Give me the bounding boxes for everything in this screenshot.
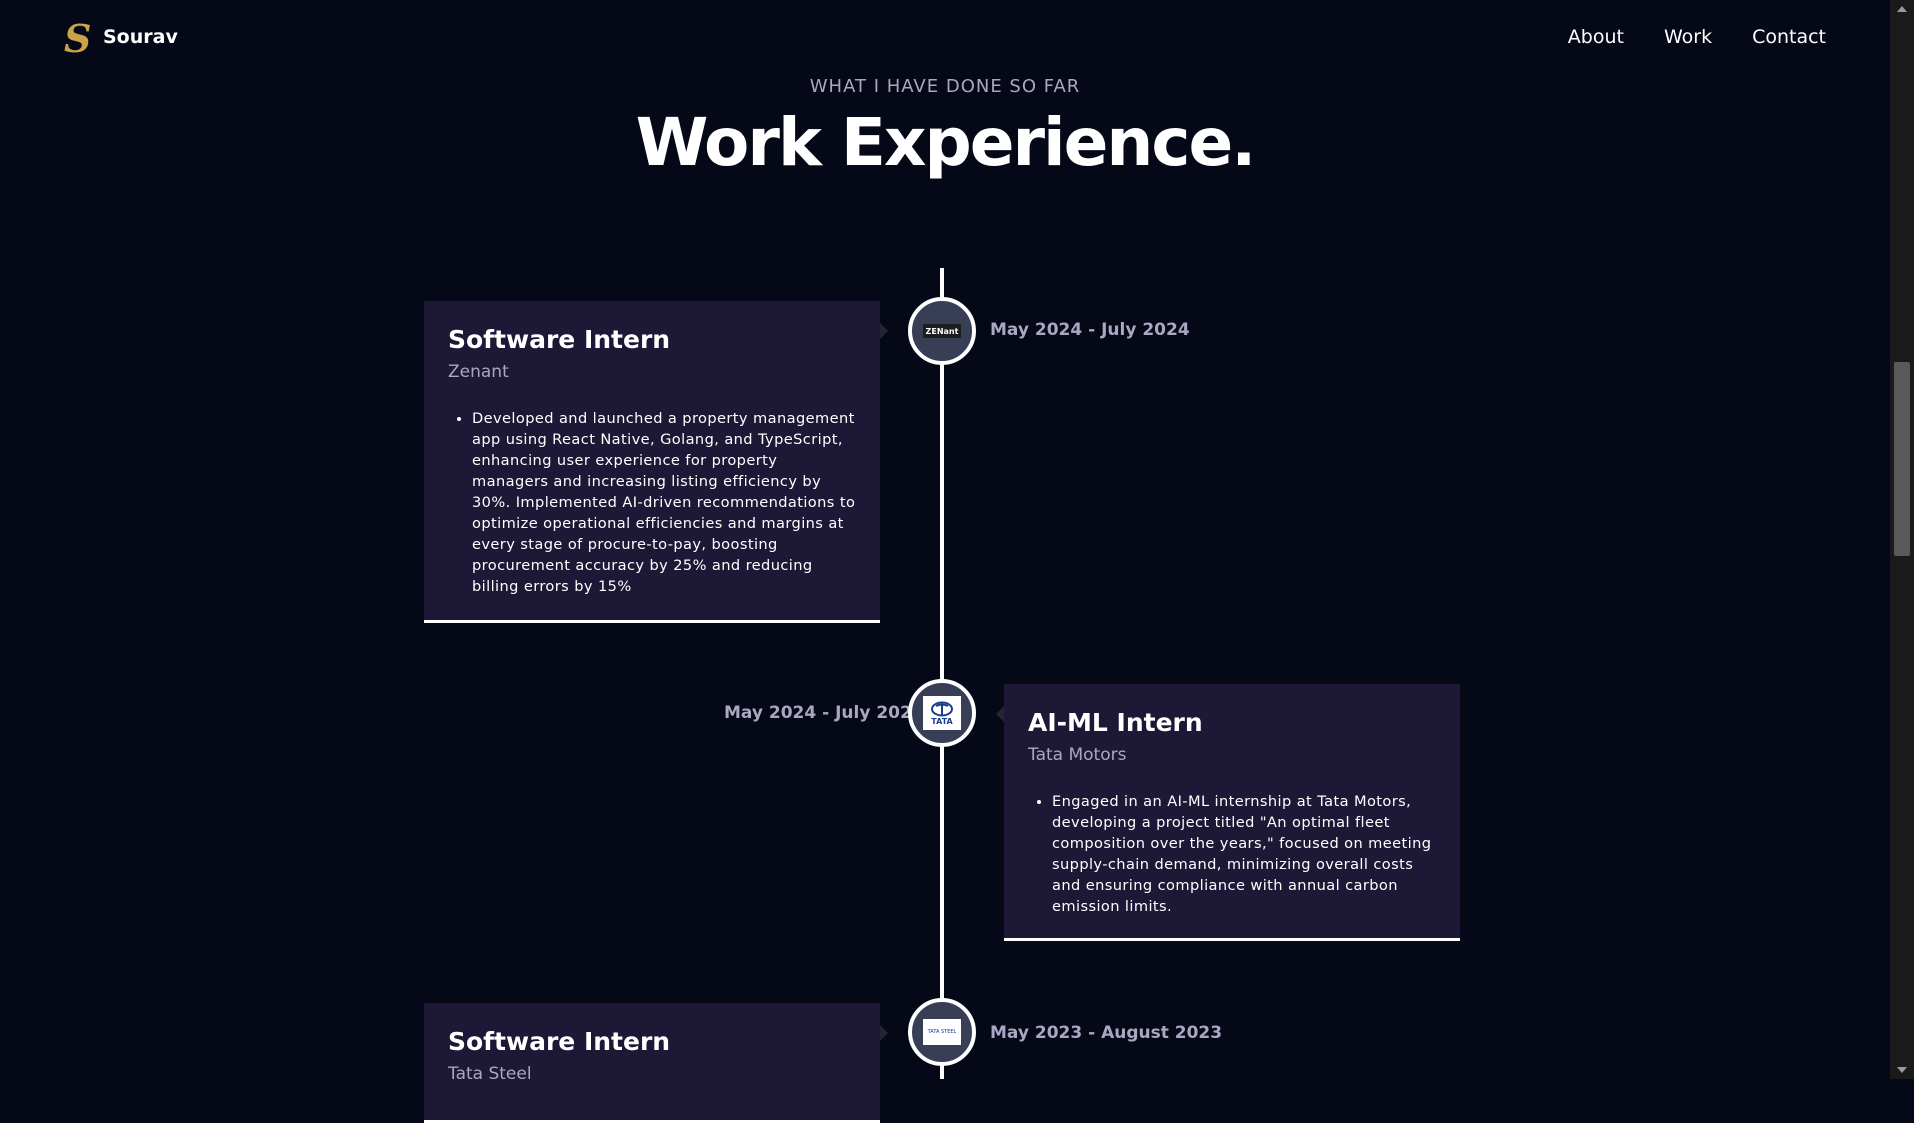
zenant-logo-text: ZENant	[925, 326, 959, 336]
page-scrollbar[interactable]	[1890, 0, 1914, 1079]
card-title: AI-ML Intern	[1028, 708, 1203, 737]
card-company: Tata Steel	[448, 1064, 532, 1084]
nav-links: About Work Contact	[1568, 26, 1826, 48]
experience-card: Software Intern Tata Steel	[424, 1003, 888, 1123]
experience-card: Software Intern Zenant Developed and lau…	[424, 301, 888, 623]
zenant-logo-icon: ZENant	[908, 297, 976, 365]
navbar: S Sourav About Work Contact	[0, 0, 1890, 78]
card-point: Developed and launched a property manage…	[472, 408, 856, 597]
tata-motors-logo-icon: TATA	[908, 679, 976, 747]
nav-link-contact[interactable]: Contact	[1752, 26, 1826, 48]
logo-icon[interactable]: S	[62, 16, 91, 61]
card-title: Software Intern	[448, 1027, 671, 1056]
nav-link-work[interactable]: Work	[1664, 26, 1712, 48]
section-subtitle: WHAT I HAVE DONE SO FAR	[809, 76, 1081, 97]
card-point: Engaged in an AI-ML internship at Tata M…	[1052, 791, 1436, 917]
card-points: Engaged in an AI-ML internship at Tata M…	[1028, 791, 1436, 917]
card-pointer	[880, 1025, 888, 1041]
card-company: Zenant	[448, 362, 509, 382]
card-title: Software Intern	[448, 325, 671, 354]
scroll-thumb[interactable]	[1894, 362, 1910, 556]
card-pointer	[996, 706, 1004, 722]
svg-text:S: S	[64, 20, 90, 58]
tata-steel-logo-text: TATA STEEL	[927, 1029, 957, 1035]
scroll-up-arrow-icon[interactable]	[1897, 6, 1907, 12]
nav-link-about[interactable]: About	[1568, 26, 1624, 48]
card-pointer	[880, 323, 888, 339]
experience-date: May 2024 - July 2024	[724, 703, 924, 723]
tata-emblem-icon	[931, 701, 953, 716]
experience-card: AI-ML Intern Tata Motors Engaged in an A…	[996, 684, 1460, 941]
tata-steel-logo-icon: TATA STEEL	[908, 998, 976, 1066]
tata-motors-logo-text: TATA	[931, 716, 953, 726]
section-title: Work Experience.	[635, 104, 1257, 181]
scroll-down-arrow-icon[interactable]	[1897, 1067, 1907, 1073]
experience-date: May 2024 - July 2024	[990, 320, 1190, 340]
timeline-line	[940, 268, 944, 1079]
experience-date: May 2023 - August 2023	[990, 1023, 1223, 1043]
card-points: Developed and launched a property manage…	[448, 408, 856, 597]
card-company: Tata Motors	[1028, 745, 1127, 765]
brand-name[interactable]: Sourav	[103, 26, 178, 48]
